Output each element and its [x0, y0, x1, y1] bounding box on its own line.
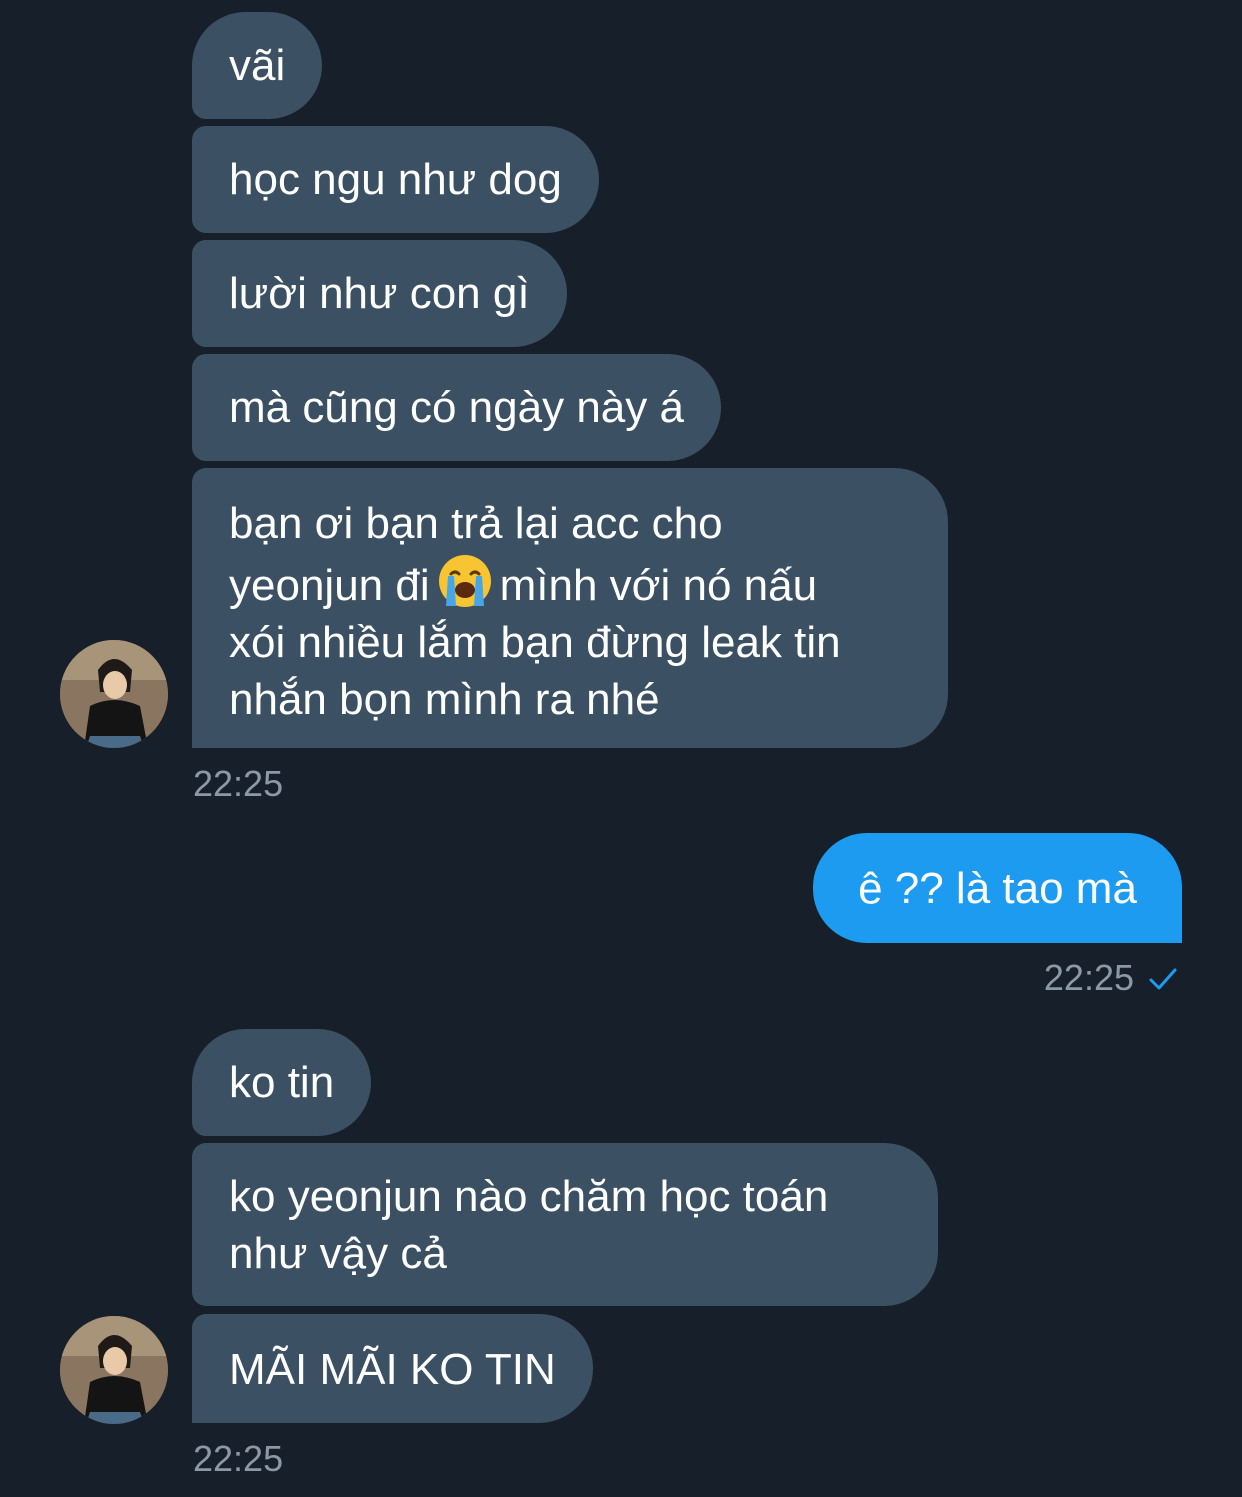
message-line: nhắn bọn mình ra nhé	[229, 675, 660, 724]
message-line: ko yeonjun nào chăm học toán	[229, 1172, 829, 1221]
message-bubble-incoming[interactable]: bạn ơi bạn trả lại acc cho yeonjun đi mì…	[192, 468, 948, 748]
message-line: yeonjun đi mình với nó nấu	[229, 552, 911, 614]
timestamp-text: 22:25	[1043, 957, 1134, 998]
message-timestamp: 22:25	[1044, 958, 1180, 998]
message-bubble-outgoing[interactable]: ê ?? là tao mà	[813, 833, 1182, 943]
message-bubble-incoming[interactable]: học ngu như dog	[192, 126, 599, 233]
message-text: ko tin	[229, 1058, 335, 1107]
message-text: vãi	[229, 41, 286, 90]
message-text: học ngu như dog	[229, 155, 562, 204]
message-bubble-incoming[interactable]: vãi	[192, 12, 323, 119]
message-text: MÃI MÃI KO TIN	[229, 1345, 556, 1394]
message-bubble-incoming[interactable]: ko yeonjun nào chăm học toán như vậy cả	[192, 1143, 938, 1306]
message-bubble-incoming[interactable]: ko tin	[192, 1029, 372, 1136]
message-line: xói nhiều lắm bạn đừng leak tin	[229, 618, 841, 667]
message-timestamp: 22:25	[193, 763, 284, 804]
message-line: như vậy cả	[229, 1229, 447, 1278]
message-line-part: yeonjun đi	[229, 561, 430, 610]
message-text: ê ?? là tao mà	[858, 864, 1137, 913]
message-line-part: mình với nó nấu	[499, 561, 818, 610]
contact-avatar[interactable]	[60, 640, 168, 748]
message-timestamp: 22:25	[193, 1438, 284, 1479]
message-line: bạn ơi bạn trả lại acc cho	[229, 499, 723, 548]
message-text: lười như con gì	[229, 269, 530, 318]
message-bubble-incoming[interactable]: MÃI MÃI KO TIN	[192, 1314, 593, 1423]
checkmark-icon	[1146, 962, 1180, 996]
message-text: mà cũng có ngày này á	[229, 383, 684, 432]
contact-avatar[interactable]	[60, 1316, 168, 1424]
message-bubble-incoming[interactable]: lười như con gì	[192, 240, 567, 347]
loudly-crying-face-icon	[436, 552, 494, 610]
message-bubble-incoming[interactable]: mà cũng có ngày này á	[192, 354, 721, 461]
